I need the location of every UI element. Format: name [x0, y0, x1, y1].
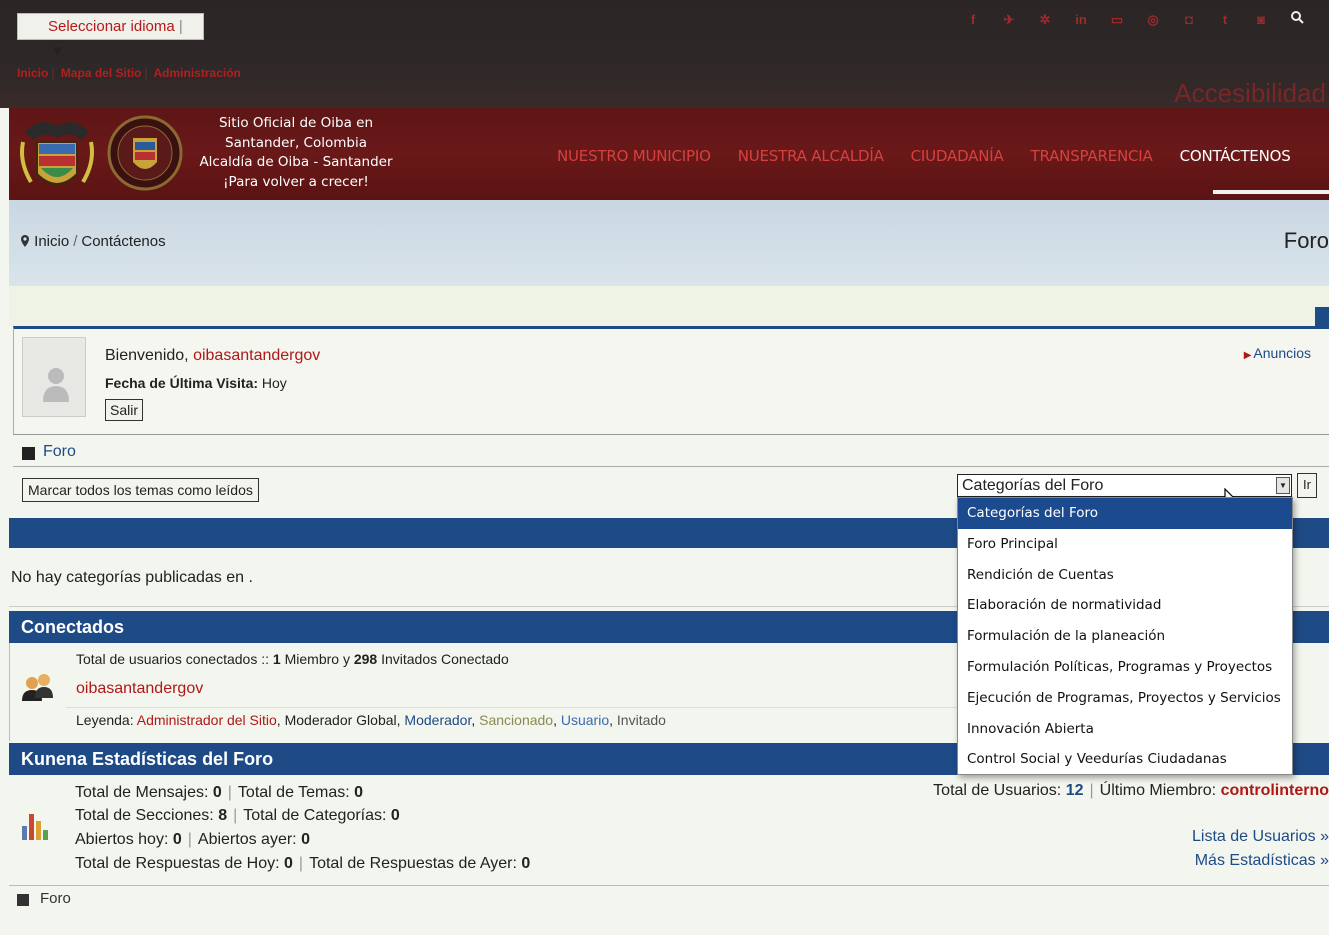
online-user-link[interactable]: oibasantandergov — [76, 680, 203, 698]
dropdown-option-categorias[interactable]: Categorías del Foro — [958, 498, 1292, 529]
language-select[interactable]: Seleccionar idioma | ▼ — [17, 13, 204, 60]
main-nav: NUESTRO MUNICIPIO NUESTRA ALCALDÍA CIUDA… — [557, 147, 1291, 165]
avatar[interactable] — [22, 337, 86, 417]
footer-forum-breadcrumb: Foro — [9, 885, 1329, 913]
stats-line-open: Abiertos hoy: 0 | Abiertos ayer: 0 — [75, 831, 310, 848]
bar-chart-icon — [22, 814, 48, 840]
alcaldia-seal-logo[interactable] — [107, 110, 183, 196]
square-bullet-icon — [22, 447, 35, 460]
dropdown-option-rendicion-cuentas[interactable]: Rendición de Cuentas — [958, 560, 1292, 591]
category-dropdown-list: Categorías del Foro Foro Principal Rendi… — [957, 497, 1293, 775]
user-list-link[interactable]: Lista de Usuarios » — [1192, 828, 1329, 846]
accessibility-link[interactable]: Accesibilidad — [1174, 78, 1326, 109]
forum-link[interactable]: Foro — [43, 443, 76, 461]
dropdown-option-innovacion[interactable]: Innovación Abierta — [958, 714, 1292, 745]
mark-all-read-button[interactable]: Marcar todos los temas como leídos — [22, 478, 259, 502]
search-icon[interactable] — [1279, 10, 1315, 30]
dropdown-option-politicas[interactable]: Formulación Políticas, Programas y Proye… — [958, 652, 1292, 683]
breadcrumb-inicio[interactable]: Inicio — [34, 233, 69, 250]
stats-section: Total de Mensajes: 0 | Total de Temas: 0 T… — [9, 775, 1329, 885]
welcome-box: Bienvenido, oibasantandergov Fecha de Úl… — [13, 326, 1329, 434]
stats-line-replies: Total de Respuestas de Hoy: 0 | Total de R… — [75, 855, 531, 872]
breadcrumb-area: Inicio / Contáctenos Foro — [9, 200, 1329, 286]
nav-contactenos[interactable]: CONTÁCTENOS — [1180, 147, 1291, 165]
no-categories-message: No hay categorías publicadas en . — [11, 569, 253, 586]
site-tagline: Sitio Oficial de Oiba en Santander, Colo… — [199, 115, 393, 190]
triangle-right-icon: ▶ — [1243, 350, 1252, 361]
footer-forum-link[interactable]: Foro — [40, 890, 71, 907]
legend-banned: Sancionado — [479, 712, 554, 728]
social-links: f ✈ ✲ in ▭ ◎ ◘ t ◙ — [955, 10, 1315, 30]
flickr-icon[interactable]: ◙ — [1243, 10, 1279, 30]
chevron-down-icon: ▼ — [50, 43, 65, 60]
facebook-icon[interactable]: f — [955, 10, 991, 30]
go-button[interactable]: Ir — [1297, 473, 1317, 498]
breadcrumb: Inicio / Contáctenos — [20, 233, 166, 250]
square-bullet-icon — [17, 894, 29, 906]
top-bar: Seleccionar idioma | ▼ f ✈ ✲ in ▭ ◎ ◘ t … — [0, 0, 1329, 108]
stats-line-sections: Total de Secciones: 8 | Total de Categoría… — [75, 807, 400, 824]
dribbble-icon[interactable]: ◎ — [1135, 10, 1171, 30]
welcome-username[interactable]: oibasantandergov — [193, 347, 320, 364]
user-silhouette-icon — [43, 368, 69, 402]
nav-ciudadania[interactable]: CIUDADANÍA — [911, 147, 1004, 165]
dropdown-option-control-social[interactable]: Control Social y Veedurías Ciudadanas — [958, 744, 1292, 775]
more-stats-link[interactable]: Más Estadísticas » — [1195, 852, 1329, 870]
stats-users: Total de Usuarios: 12 | Último Miembro: co… — [933, 782, 1329, 799]
instagram-icon[interactable]: ◘ — [1171, 10, 1207, 30]
link-mapa-sitio[interactable]: Mapa del Sitio — [61, 66, 142, 80]
dropdown-option-foro-principal[interactable]: Foro Principal — [958, 529, 1292, 560]
google-plus-icon[interactable]: ✲ — [1027, 10, 1063, 30]
total-users-link[interactable]: 12 — [1066, 782, 1084, 799]
legend-admin: Administrador del Sitio — [136, 712, 277, 728]
tumblr-icon[interactable]: t — [1207, 10, 1243, 30]
nav-nuestra-alcaldia[interactable]: NUESTRA ALCALDÍA — [738, 147, 884, 165]
announcements-link[interactable]: ▶ Anuncios — [1244, 345, 1311, 361]
linkedin-icon[interactable]: in — [1063, 10, 1099, 30]
dropdown-option-planeacion[interactable]: Formulación de la planeación — [958, 621, 1292, 652]
online-total: Total de usuarios conectados :: 1 Miembr… — [76, 651, 509, 667]
chevron-down-icon[interactable]: ▼ — [1276, 477, 1290, 494]
blue-tab-marker — [1315, 307, 1329, 327]
last-member-link[interactable]: controlinterno — [1221, 782, 1329, 799]
welcome-greeting: Bienvenido, oibasantandergov — [105, 347, 321, 364]
twitter-icon[interactable]: ✈ — [991, 10, 1027, 30]
site-header: Sitio Oficial de Oiba en Santander, Colo… — [9, 108, 1329, 200]
page-title: Foro — [1283, 228, 1329, 253]
link-inicio[interactable]: Inicio — [17, 66, 48, 80]
category-select[interactable]: Categorías del Foro ▼ — [957, 474, 1292, 497]
stats-line-messages: Total de Mensajes: 0 | Total de Temas: 0 — [75, 784, 364, 801]
nav-transparencia[interactable]: TRANSPARENCIA — [1031, 147, 1153, 165]
legend-user: Usuario — [560, 712, 610, 728]
nav-nuestro-municipio[interactable]: NUESTRO MUNICIPIO — [557, 147, 711, 165]
map-marker-icon — [21, 235, 29, 247]
link-administracion[interactable]: Administración — [154, 66, 241, 80]
colombia-coat-of-arms-logo[interactable] — [19, 112, 95, 198]
youtube-icon[interactable]: ▭ — [1099, 10, 1135, 30]
legend-global-moderator: Moderador Global — [284, 712, 397, 728]
breadcrumb-contactenos: Contáctenos — [81, 233, 166, 250]
dropdown-option-normatividad[interactable]: Elaboración de normatividad — [958, 590, 1292, 621]
user-legend: Leyenda: Administrador del Sitio, Modera… — [76, 712, 666, 728]
spacer-strip — [9, 286, 1329, 326]
divider — [66, 707, 966, 708]
last-visit: Fecha de Última Visita: Hoy — [105, 375, 287, 391]
dropdown-option-ejecucion[interactable]: Ejecución de Programas, Proyectos y Serv… — [958, 683, 1292, 714]
legend-moderator: Moderador — [404, 712, 472, 728]
logout-button[interactable]: Salir — [105, 399, 144, 421]
language-select-label: Seleccionar idioma — [48, 18, 175, 35]
top-links: Inicio | Mapa del Sitio | Administración — [17, 66, 241, 80]
users-group-icon — [22, 674, 53, 701]
legend-guest: Invitado — [616, 712, 666, 728]
active-nav-indicator — [1213, 190, 1329, 194]
forum-breadcrumb: Foro — [13, 434, 1329, 467]
